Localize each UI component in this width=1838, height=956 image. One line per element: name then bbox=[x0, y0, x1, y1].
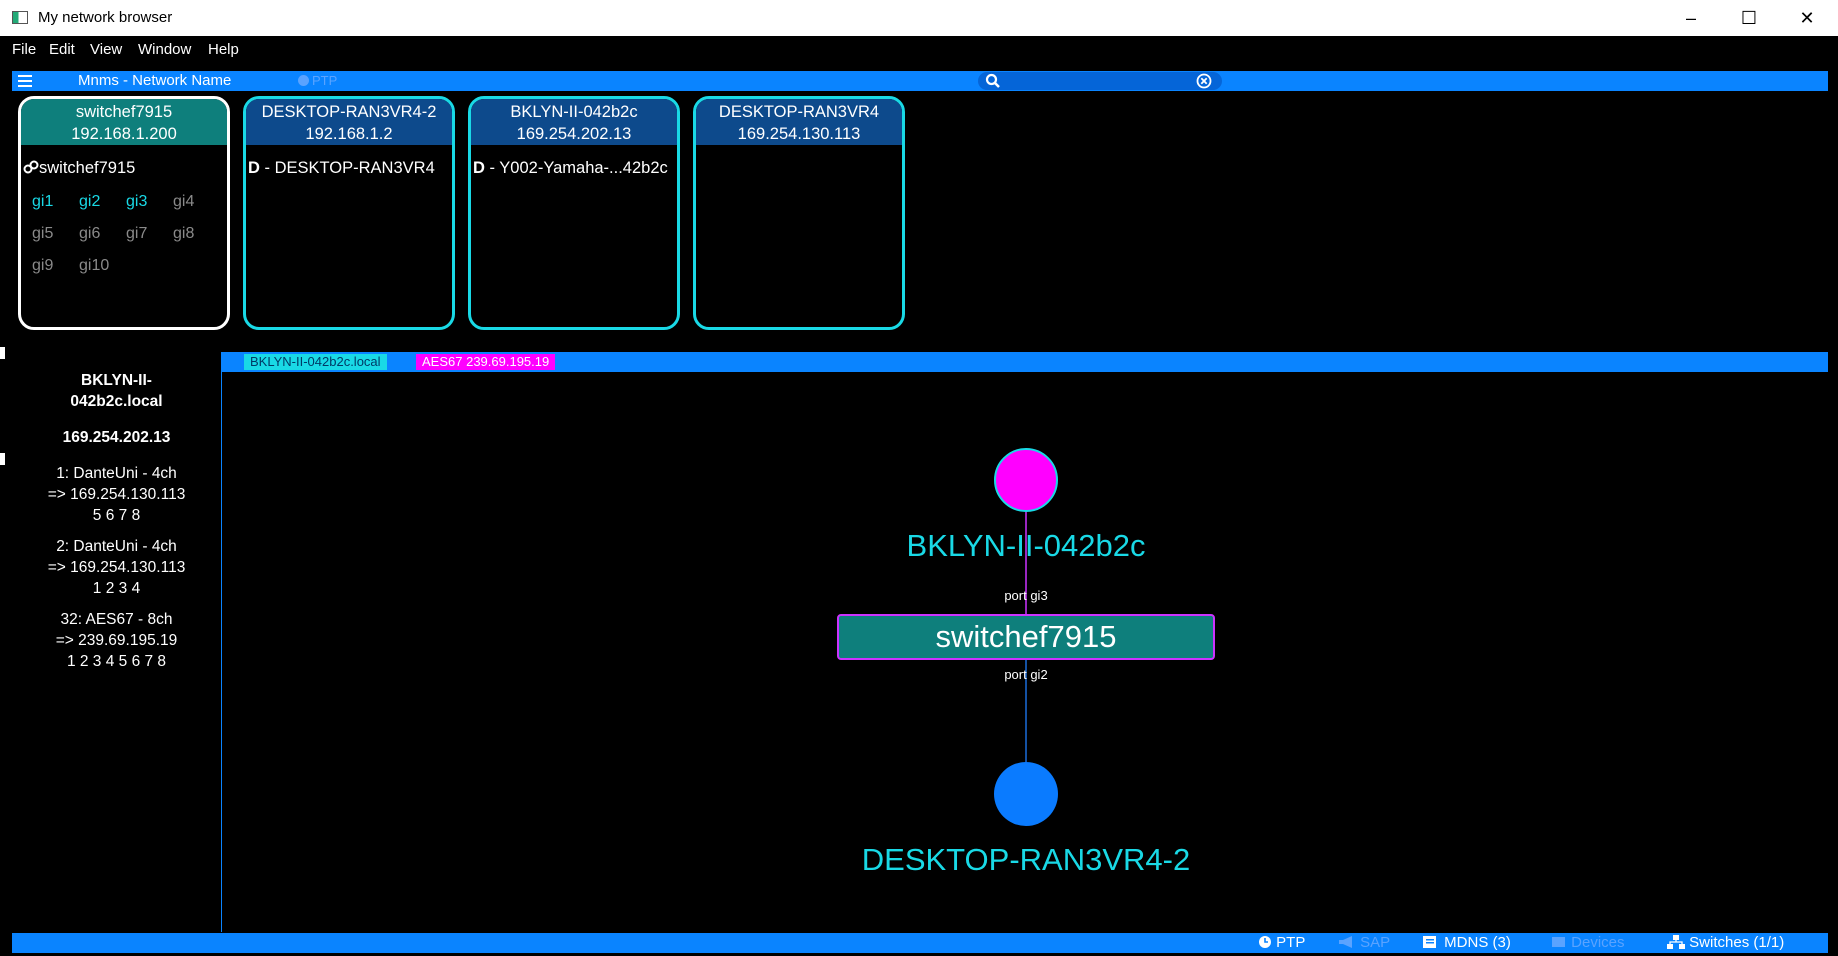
title-bar: My network browser – ☐ ✕ bbox=[0, 0, 1838, 36]
device-card-desktop-ran3vr4[interactable]: DESKTOP-RAN3VR4 169.254.130.113 bbox=[693, 96, 905, 330]
port-gi5[interactable]: gi5 bbox=[32, 225, 79, 243]
port-gi3[interactable]: gi3 bbox=[126, 193, 173, 211]
device-ip: 192.168.1.2 bbox=[305, 125, 393, 143]
clear-search-icon[interactable] bbox=[1196, 73, 1212, 89]
device-ip: 169.254.202.13 bbox=[516, 125, 632, 143]
device-icon bbox=[1552, 937, 1565, 947]
ptp-toolbar-label: PTP bbox=[312, 73, 338, 88]
tab-stream[interactable]: AES67 239.69.195.19 bbox=[416, 354, 556, 370]
menu-window[interactable]: Window bbox=[138, 41, 191, 58]
device-name: DESKTOP-RAN3VR4-2 bbox=[261, 103, 437, 121]
graph-tab-bar: BKLYN-II-042b2c.local AES67 239.69.195.1… bbox=[222, 352, 1828, 372]
device-card-desktop-ran3vr4-2[interactable]: DESKTOP-RAN3VR4-2 192.168.1.2 D - DESKTO… bbox=[243, 96, 455, 330]
device-card-header: DESKTOP-RAN3VR4 169.254.130.113 bbox=[696, 99, 902, 145]
status-devices[interactable]: Devices bbox=[1551, 933, 1625, 953]
network-icon bbox=[1667, 935, 1685, 949]
device-card-header: BKLYN-II-042b2c 169.254.202.13 bbox=[471, 99, 677, 145]
node-desktop-ran3vr4-2[interactable] bbox=[994, 762, 1058, 826]
flow-3-target: => 239.69.195.19 bbox=[55, 632, 178, 649]
device-card-switchef7915[interactable]: switchef7915 192.168.1.200 switchef7915 … bbox=[18, 96, 230, 330]
port-gi10[interactable]: gi10 bbox=[79, 257, 126, 275]
flow-2-title: 2: DanteUni - 4ch bbox=[56, 538, 177, 555]
port-grid: gi1 gi2 gi3 gi4 gi5 gi6 gi7 gi8 gi9 gi10 bbox=[21, 179, 227, 275]
status-bar: PTP SAP MDNS (3) Devices Switches (1/1) bbox=[12, 933, 1828, 953]
menu-edit[interactable]: Edit bbox=[49, 41, 75, 58]
menu-view[interactable]: View bbox=[90, 41, 122, 58]
status-mdns-label: MDNS (3) bbox=[1444, 934, 1511, 951]
flow-2-target: => 169.254.130.113 bbox=[47, 559, 186, 576]
maximize-button[interactable]: ☐ bbox=[1720, 0, 1778, 36]
device-name: BKLYN-II-042b2c bbox=[510, 103, 638, 121]
network-name: Mnms - Network Name bbox=[78, 72, 232, 89]
device-card-header: switchef7915 192.168.1.200 bbox=[21, 99, 227, 145]
device-name: DESKTOP-RAN3VR4 bbox=[718, 103, 880, 121]
clock-icon bbox=[298, 75, 309, 86]
node-label-top: BKLYN-II-042b2c bbox=[907, 528, 1146, 563]
status-switches[interactable]: Switches (1/1) bbox=[1667, 933, 1784, 953]
port-gi1[interactable]: gi1 bbox=[32, 193, 79, 211]
device-line-text: switchef7915 bbox=[39, 159, 136, 177]
status-mdns[interactable]: MDNS (3) bbox=[1422, 933, 1511, 953]
status-sap-label: SAP bbox=[1360, 934, 1391, 951]
minimize-button[interactable]: – bbox=[1662, 0, 1720, 36]
dante-icon: D bbox=[473, 159, 485, 177]
close-button[interactable]: ✕ bbox=[1778, 0, 1836, 36]
search-icon bbox=[985, 73, 1000, 88]
topology-graph[interactable]: BKLYN-II-042b2c port gi3 switchef7915 po… bbox=[222, 372, 1828, 932]
details-ip: 169.254.202.13 bbox=[62, 429, 171, 446]
flow-1-title: 1: DanteUni - 4ch bbox=[56, 465, 177, 482]
device-line: D - DESKTOP-RAN3VR4 bbox=[246, 145, 452, 179]
megaphone-icon bbox=[1339, 936, 1352, 948]
device-details-panel: BKLYN-II- 042b2c.local 169.254.202.13 1:… bbox=[12, 352, 222, 932]
status-ptp-label: PTP bbox=[1276, 934, 1306, 951]
device-card-bklyn-ii-042b2c[interactable]: BKLYN-II-042b2c 169.254.202.13 D - Y002-… bbox=[468, 96, 680, 330]
port-gi6[interactable]: gi6 bbox=[79, 225, 126, 243]
app-icon bbox=[12, 11, 28, 24]
status-ptp[interactable]: PTP bbox=[1258, 933, 1305, 953]
details-hostname-line2: 042b2c.local bbox=[70, 393, 163, 410]
list-icon bbox=[1423, 936, 1436, 948]
details-hostname-line1: BKLYN-II- bbox=[81, 372, 152, 389]
port-gi7[interactable]: gi7 bbox=[126, 225, 173, 243]
flow-3-title: 32: AES67 - 8ch bbox=[60, 611, 173, 628]
clock-icon bbox=[1259, 936, 1271, 948]
search-input[interactable] bbox=[978, 72, 1222, 90]
flow-3-channels: 1 2 3 4 5 6 7 8 bbox=[66, 653, 167, 670]
status-switches-label: Switches (1/1) bbox=[1689, 934, 1785, 951]
ptp-toolbar-indicator[interactable]: PTP bbox=[298, 73, 337, 88]
device-ip: 192.168.1.200 bbox=[71, 125, 177, 143]
node-label-bottom: DESKTOP-RAN3VR4-2 bbox=[862, 842, 1190, 877]
port-gi2[interactable]: gi2 bbox=[79, 193, 126, 211]
device-line-text: - DESKTOP-RAN3VR4 bbox=[259, 159, 435, 177]
menu-file[interactable]: File bbox=[12, 41, 36, 58]
flow-1-channels: 5 6 7 8 bbox=[92, 507, 141, 524]
dante-icon: D bbox=[248, 159, 260, 177]
window-title: My network browser bbox=[38, 9, 173, 26]
menu-help[interactable]: Help bbox=[208, 41, 239, 58]
toolbar: Mnms - Network Name PTP bbox=[12, 71, 1828, 91]
status-sap[interactable]: SAP bbox=[1338, 933, 1390, 953]
tab-host[interactable]: BKLYN-II-042b2c.local bbox=[244, 354, 387, 370]
port-gi8[interactable]: gi8 bbox=[173, 225, 220, 243]
device-line-text: - Y002-Yamaha-...42b2c bbox=[484, 159, 668, 177]
node-label-switch: switchef7915 bbox=[936, 619, 1117, 654]
device-line: D - Y002-Yamaha-...42b2c bbox=[471, 145, 677, 179]
hamburger-menu-icon[interactable] bbox=[18, 75, 32, 87]
edge-artifact bbox=[0, 453, 5, 465]
link-icon bbox=[23, 160, 39, 174]
port-gi9[interactable]: gi9 bbox=[32, 257, 79, 275]
port-label-bottom: port gi2 bbox=[1004, 667, 1047, 682]
status-devices-label: Devices bbox=[1571, 934, 1625, 951]
flow-2-channels: 1 2 3 4 bbox=[92, 580, 141, 597]
port-label-top: port gi3 bbox=[1004, 588, 1047, 603]
node-bklyn-ii-042b2c[interactable] bbox=[994, 448, 1058, 512]
device-line: switchef7915 bbox=[21, 145, 227, 179]
device-ip: 169.254.130.113 bbox=[737, 125, 861, 143]
device-name: switchef7915 bbox=[75, 103, 173, 121]
port-gi4[interactable]: gi4 bbox=[173, 193, 220, 211]
menu-bar: File Edit View Window Help bbox=[0, 36, 1838, 62]
flow-1-target: => 169.254.130.113 bbox=[47, 486, 186, 503]
device-card-header: DESKTOP-RAN3VR4-2 192.168.1.2 bbox=[246, 99, 452, 145]
edge-artifact bbox=[0, 347, 5, 359]
